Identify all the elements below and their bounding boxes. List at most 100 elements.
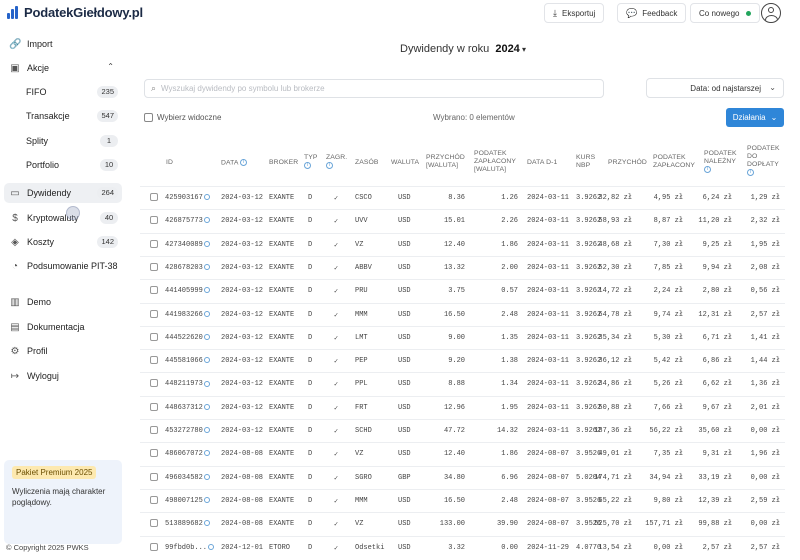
table-row[interactable]: 441983266 2024-03-12 EXANTE D ✓ MMM USD 16.50 2.… (140, 302, 785, 326)
cell-id[interactable]: 441405999 (165, 287, 210, 295)
sidebar-item-import[interactable]: 🔗 Import (4, 34, 122, 54)
row-checkbox[interactable] (150, 356, 158, 365)
column-header-date-d1[interactable]: DATA D-1 (527, 159, 557, 167)
row-checkbox[interactable] (150, 402, 158, 411)
cell-id[interactable]: 444522620 (165, 334, 210, 342)
year-selector[interactable]: 2024 (495, 43, 519, 55)
column-header-income-currency[interactable]: PRZYCHÓD [WALUTA] (426, 154, 465, 170)
table-row[interactable]: 444522620 2024-03-12 EXANTE D ✓ LMT USD 9.00 1.3… (140, 325, 785, 349)
page-title[interactable]: Dywidendy w roku 2024 ▾ (400, 43, 526, 55)
cell-id[interactable]: 427340089 (165, 241, 210, 249)
sidebar-item-portfolio[interactable]: Portfolio 10 (4, 155, 122, 175)
whats-new-button[interactable]: Co nowego (690, 3, 761, 23)
cell-id[interactable]: 496034582 (165, 474, 210, 482)
info-icon[interactable] (203, 287, 210, 294)
row-checkbox[interactable] (150, 542, 158, 551)
info-icon[interactable] (203, 264, 210, 271)
table-row[interactable]: 445581066 2024-03-12 EXANTE D ✓ PEP USD 9.20 1.3… (140, 349, 785, 372)
table-row[interactable]: 498007125 2024-08-08 EXANTE D ✓ MMM USD 16.50 2.… (140, 488, 785, 512)
app-logo[interactable]: PodatekGiełdowy.pl (6, 5, 143, 20)
table-row[interactable]: 425903167 2024-03-12 EXANTE D ✓ CSCO USD 8.36 1.… (140, 186, 785, 209)
column-header-id[interactable]: ID (166, 159, 173, 167)
sidebar-item-dywidendy[interactable]: ▭ Dywidendy 264 (4, 183, 122, 203)
sidebar-item-splity[interactable]: Splity 1 (4, 131, 122, 151)
sort-select[interactable]: Data: od najstarszej ⌄ (646, 78, 784, 98)
info-icon[interactable] (203, 333, 210, 340)
info-icon[interactable] (203, 497, 210, 504)
select-visible-label[interactable]: Wybierz widoczne (157, 113, 221, 122)
info-icon[interactable] (203, 403, 210, 410)
sidebar-item-wyloguj[interactable]: ↦ Wyloguj (4, 366, 122, 386)
user-avatar-icon[interactable] (761, 3, 781, 23)
row-checkbox[interactable] (150, 193, 158, 201)
row-checkbox[interactable] (150, 519, 158, 528)
cell-id[interactable]: 445581066 (165, 357, 210, 365)
sidebar-item-pit38[interactable]: ◔ Podsumowanie PIT-38 (4, 256, 122, 276)
cell-id[interactable]: 441983266 (165, 311, 210, 319)
sidebar-item-transakcje[interactable]: Transakcje 547 (4, 106, 122, 126)
table-row[interactable]: 496034582 2024-08-08 EXANTE D ✓ SGRO GBP 34.80 6… (140, 465, 785, 489)
row-checkbox[interactable] (150, 332, 158, 341)
info-icon[interactable] (203, 450, 210, 457)
info-icon[interactable] (203, 380, 210, 387)
info-icon[interactable] (203, 217, 210, 224)
sidebar-item-akcje[interactable]: ▣ Akcje ⌃ (4, 58, 122, 78)
column-header-tax-extra[interactable]: PODATEK DO DOPŁATY i (747, 145, 780, 177)
cell-id[interactable]: 448637312 (165, 404, 210, 412)
cell-id[interactable]: 425903167 (165, 194, 210, 202)
cell-id[interactable]: 498007125 (165, 497, 210, 505)
cell-id[interactable]: 448211973 (165, 380, 210, 388)
table-row[interactable]: 441405999 2024-03-12 EXANTE D ✓ PRU USD 3.75 0.5… (140, 279, 785, 302)
table-row[interactable]: 99fbd0b... 2024-12-01 ETORO D ✓ Odsetki USD 3.3… (140, 535, 785, 559)
row-checkbox[interactable] (150, 449, 158, 458)
sidebar-item-demo[interactable]: ▥ Demo (4, 292, 122, 312)
table-row[interactable]: 448211973 2024-03-12 EXANTE D ✓ PPL USD 8.88 1.3… (140, 372, 785, 395)
row-checkbox[interactable] (150, 216, 158, 225)
table-row[interactable]: 426875773 2024-03-12 EXANTE D ✓ UVV USD 15.01 2.… (140, 209, 785, 232)
column-header-asset[interactable]: ZASÓB (355, 159, 379, 167)
column-header-broker[interactable]: BROKER (269, 159, 298, 167)
sidebar-item-profil[interactable]: ⚙ Profil (4, 341, 122, 361)
info-icon[interactable] (208, 543, 215, 550)
table-row[interactable]: 453272780 2024-03-12 EXANTE D ✓ SCHD USD 47.72 1… (140, 419, 785, 442)
info-icon[interactable] (203, 520, 210, 527)
column-header-nbp-rate[interactable]: KURS NBP (576, 154, 595, 170)
cell-id[interactable]: 428678203 (165, 264, 210, 272)
table-row[interactable]: 448637312 2024-03-12 EXANTE D ✓ FRT USD 12.96 1.… (140, 395, 785, 419)
row-checkbox[interactable] (150, 286, 158, 295)
table-row[interactable]: 513889682 2024-08-08 EXANTE D ✓ VZ USD 133.00 39… (140, 512, 785, 535)
column-header-currency[interactable]: WALUTA (391, 159, 419, 167)
info-icon[interactable] (203, 310, 210, 317)
column-header-date[interactable]: DATA i (221, 159, 248, 167)
row-checkbox[interactable] (150, 472, 158, 481)
column-header-tax-due[interactable]: PODATEK NALEŻNY i (704, 150, 737, 174)
export-button[interactable]: ⤓ Eksportuj (544, 3, 605, 23)
cell-id[interactable]: 99fbd0b... (165, 543, 215, 552)
table-row[interactable]: 428678203 2024-03-12 EXANTE D ✓ ABBV USD 13.32 2… (140, 255, 785, 279)
table-row[interactable]: 486067072 2024-08-08 EXANTE D ✓ VZ USD 12.40 1.8… (140, 442, 785, 465)
info-icon[interactable] (203, 240, 210, 247)
column-header-tax-paid-currency[interactable]: PODATEK ZAPŁACONY [WALUTA] (474, 150, 516, 174)
column-header-foreign[interactable]: ZAGR. i (326, 154, 347, 170)
feedback-button[interactable]: 💬 Feedback (617, 3, 687, 23)
cell-id[interactable]: 486067072 (165, 450, 210, 458)
row-checkbox[interactable] (150, 262, 158, 271)
search-input[interactable] (161, 84, 582, 93)
select-visible-checkbox[interactable] (144, 113, 153, 122)
search-box[interactable]: ⌕ (144, 79, 604, 98)
table-row[interactable]: 427340089 2024-03-12 EXANTE D ✓ VZ USD 12.40 1.8… (140, 232, 785, 256)
column-header-tax-paid-pln[interactable]: PODATEK ZAPŁACONY (653, 154, 695, 170)
cell-id[interactable]: 426875773 (165, 217, 210, 225)
sidebar-item-dokumentacja[interactable]: ▤ Dokumentacja (4, 317, 122, 337)
actions-button[interactable]: Działania ⌄ (726, 108, 784, 127)
row-checkbox[interactable] (150, 495, 158, 504)
row-checkbox[interactable] (150, 379, 158, 388)
row-checkbox[interactable] (150, 309, 158, 318)
info-icon[interactable] (203, 427, 210, 434)
info-icon[interactable] (203, 357, 210, 364)
sidebar-item-kryptowaluty[interactable]: $ Kryptowaluty 40 (4, 208, 122, 228)
column-header-type[interactable]: TYP i (304, 154, 318, 170)
cell-id[interactable]: 513889682 (165, 520, 210, 528)
row-checkbox[interactable] (150, 239, 158, 248)
row-checkbox[interactable] (150, 426, 158, 434)
